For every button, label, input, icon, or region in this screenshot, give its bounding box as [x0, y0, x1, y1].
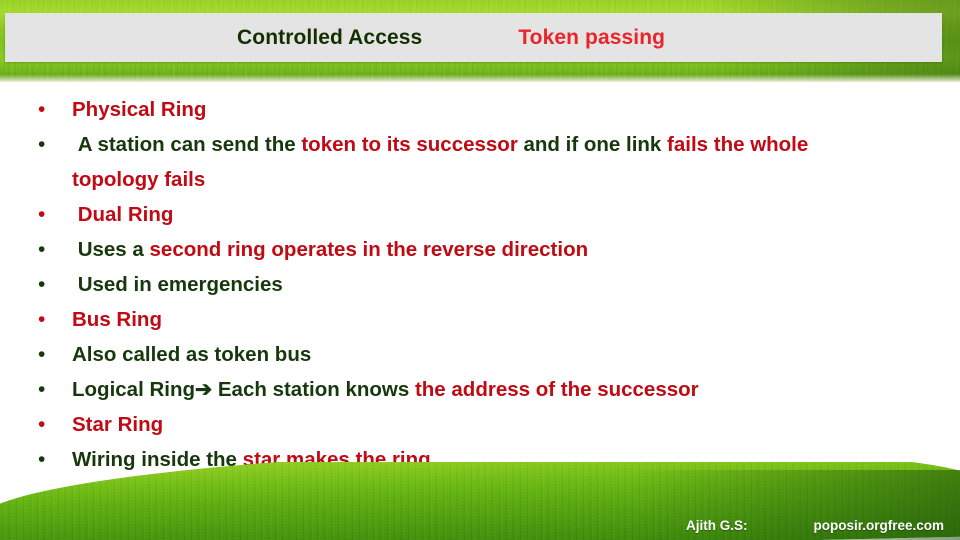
bullet-marker-icon: • [38, 413, 46, 436]
footer-credits: Ajith G.S: poposir.orgfree.com [0, 514, 960, 536]
list-item-text-segment: Used in emergencies [72, 273, 283, 296]
list-item: • Bus Ring [0, 302, 960, 337]
list-item-text-segment: Star Ring [72, 413, 164, 436]
list-item-text-segment: second ring operates in the reverse dire… [149, 238, 589, 261]
footer-author-label: Ajith G.S: [685, 517, 748, 533]
page-title-secondary: Token passing [518, 25, 666, 49]
list-item-text: Logical Ring➔ Each station knows the add… [72, 372, 946, 407]
list-item-text: Dual Ring [72, 197, 946, 232]
list-item-text-segment: the address of the successor [414, 378, 699, 401]
footer-website-label: poposir.orgfree.com [813, 517, 944, 533]
list-item-text-segment: A station can send the [72, 133, 302, 156]
list-item: • Logical Ring➔ Each station knows the ad… [0, 372, 960, 407]
list-item-text: Star Ring [72, 407, 946, 442]
bullet-marker-icon: • [38, 378, 46, 401]
list-item-text-segment: Uses a [72, 238, 150, 261]
list-item-text: Bus Ring [72, 302, 946, 337]
slide-title-bar: Controlled Access Token passing [5, 13, 942, 62]
bullet-marker-icon: • [38, 308, 46, 331]
list-item-text-segment: Physical Ring [72, 98, 207, 121]
list-item-text-segment: token to its successor [301, 133, 518, 156]
list-item-text-segment: Bus Ring [72, 308, 162, 331]
list-item: • Dual Ring [0, 197, 960, 232]
list-item-text-segment: Logical Ring➔ Each station knows [72, 378, 415, 401]
list-item-text: Also called as token bus [72, 337, 946, 372]
list-item: • Used in emergencies [0, 267, 960, 302]
list-item-text: A station can send the token to its succ… [72, 127, 946, 197]
bullet-marker-icon: • [38, 203, 46, 226]
list-item: • Also called as token bus [0, 337, 960, 372]
list-item-text-segment: Also called as token bus [72, 343, 312, 366]
list-item-text-segment: Dual Ring [72, 203, 174, 226]
list-item-text: Uses a second ring operates in the rever… [72, 232, 946, 267]
bullet-marker-icon: • [38, 238, 46, 261]
list-item: • A station can send the token to its su… [0, 127, 960, 197]
bullet-marker-icon: • [38, 273, 46, 296]
list-item: • Physical Ring [0, 92, 960, 127]
list-item: • Uses a second ring operates in the rev… [0, 232, 960, 267]
slide-body-bullet-list: • Physical Ring • A station can send the t… [0, 92, 960, 477]
bullet-marker-icon: • [38, 133, 46, 156]
list-item-text-segment: and if one link [517, 133, 668, 156]
list-item-text: Physical Ring [72, 92, 946, 127]
top-grass-bottom-edge [0, 74, 960, 82]
bullet-marker-icon: • [38, 98, 46, 121]
list-item: • Star Ring [0, 407, 960, 442]
bullet-marker-icon: • [38, 343, 46, 366]
list-item-text: Used in emergencies [72, 267, 946, 302]
page-title-primary: Controlled Access [237, 25, 423, 49]
